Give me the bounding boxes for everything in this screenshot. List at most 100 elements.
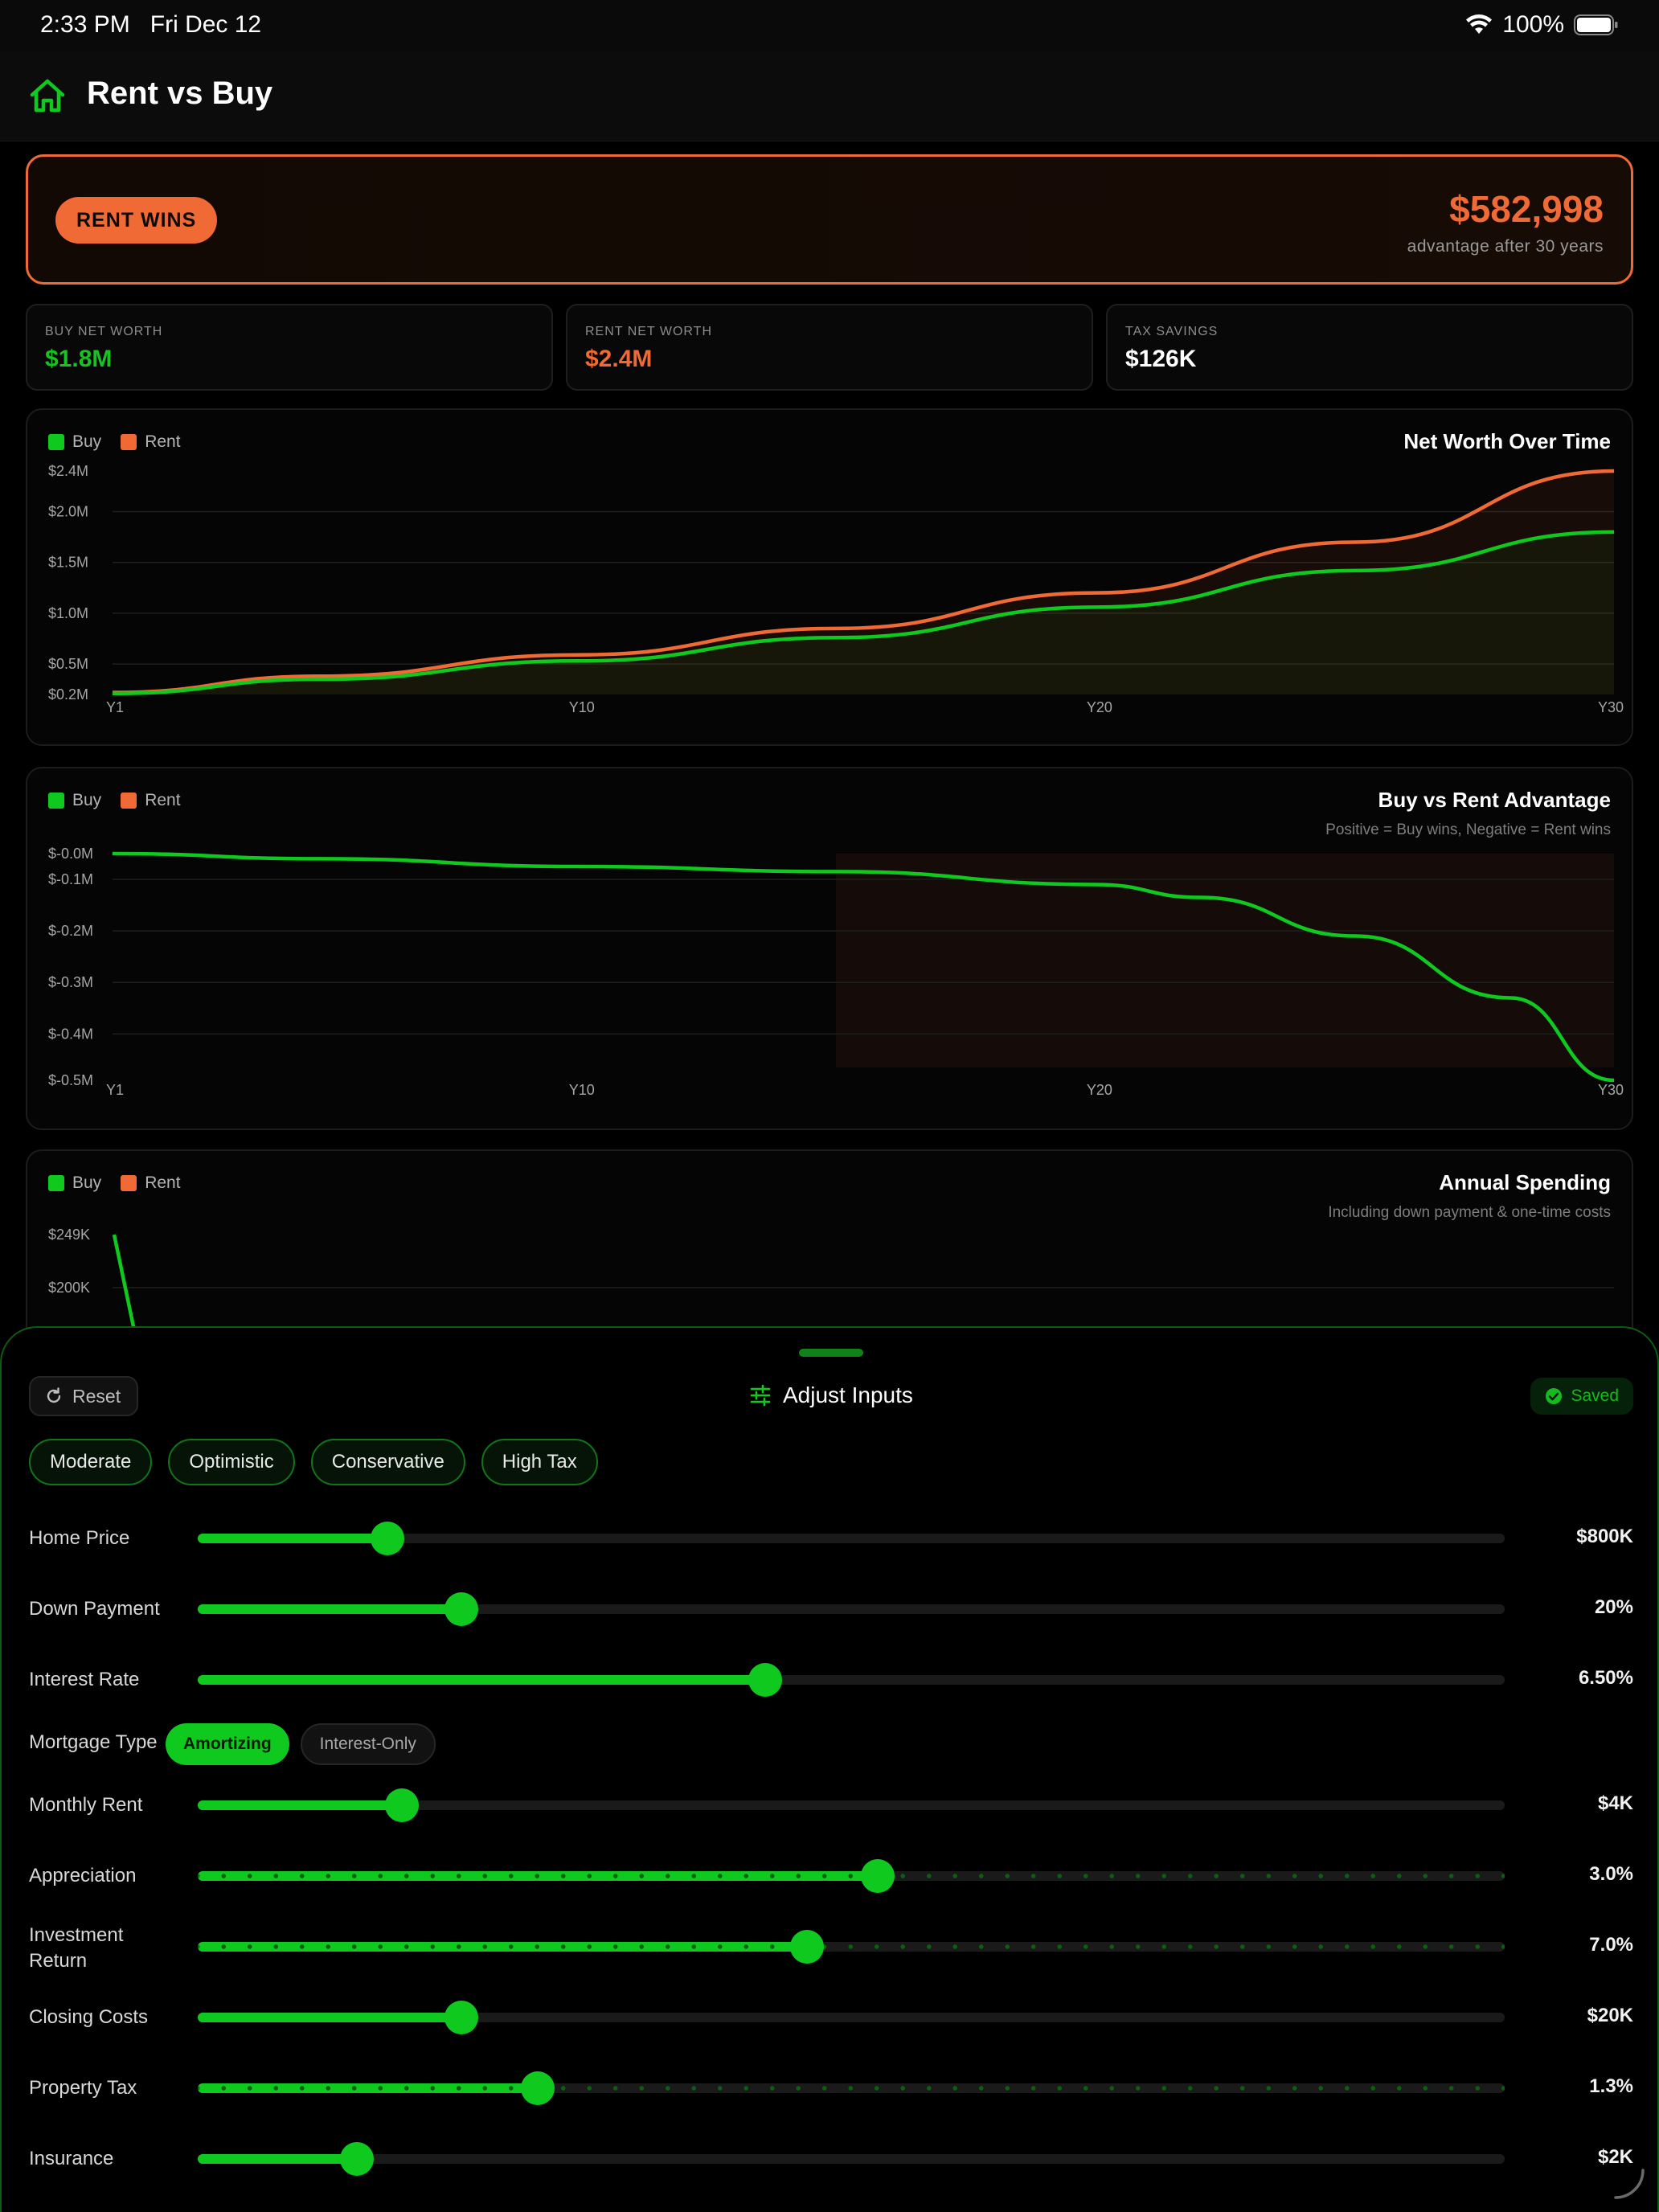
chart-card-advantage: $-0.0M $-0.1M $-0.2M $-0.3M $-0.4M $-0.5M Y1 Y1… (26, 767, 1633, 1130)
slider-thumb[interactable] (384, 1788, 419, 1822)
wifi-icon (1466, 14, 1493, 34)
battery-icon (1574, 14, 1618, 35)
mortgage-type-amortizing[interactable]: Amortizing (166, 1723, 289, 1765)
y-tick-label: $0.2M (48, 686, 88, 703)
slider-fill (198, 1604, 462, 1614)
slider-appreciation[interactable] (198, 1859, 1505, 1893)
page-title: Rent vs Buy (87, 76, 273, 111)
slider-property-tax[interactable] (198, 2071, 1505, 2105)
x-tick-label: Y1 (106, 699, 124, 715)
slider-value-property-tax: 1.3% (1589, 2075, 1633, 2097)
x-tick-label: Y30 (1598, 699, 1624, 715)
preset-optimistic[interactable]: Optimistic (168, 1439, 295, 1485)
y-tick-label: $200K (48, 1280, 90, 1296)
sheet-grabber[interactable] (799, 1349, 863, 1357)
legend-label-buy: Buy (72, 1174, 102, 1192)
slider-value-closing-costs: $20K (1587, 2005, 1633, 2026)
chart-card-net-worth: $2.4M $2.0M $1.5M $1.0M $0.5M $0.2M Y1 Y10 Y20 Y3… (26, 408, 1633, 746)
slider-thumb[interactable] (789, 1930, 824, 1964)
slider-value-monthly-rent: $4K (1597, 1792, 1633, 1814)
slider-fill (198, 1800, 402, 1810)
verdict-amount: $582,998 (1449, 188, 1604, 230)
legend-label-rent: Rent (145, 432, 181, 451)
slider-monthly-rent[interactable] (198, 1788, 1505, 1822)
chart-subtitle: Including down payment & one-time costs (1328, 1204, 1611, 1221)
chart-title: Buy vs Rent Advantage (1378, 788, 1611, 812)
slider-value-interest-rate: 6.50% (1578, 1667, 1633, 1689)
legend-label-buy: Buy (72, 432, 102, 451)
slider-step-dots (198, 1942, 1505, 1952)
verdict-subtitle: advantage after 30 years (1407, 237, 1604, 256)
slider-fill (198, 2154, 358, 2164)
chart-title: Annual Spending (1439, 1170, 1611, 1194)
preset-moderate[interactable]: Moderate (29, 1439, 153, 1485)
slider-value-appreciation: 3.0% (1589, 1863, 1633, 1885)
stat-label: BUY NET WORTH (45, 325, 163, 338)
net-worth-chart: $2.4M $2.0M $1.5M $1.0M $0.5M $0.2M Y1 Y10 Y20 Y3… (48, 463, 1624, 715)
rent-wins-zone (836, 854, 1614, 1067)
legend-swatch-rent (121, 793, 137, 809)
stat-label: RENT NET WORTH (585, 325, 713, 338)
slider-label-interest-rate: Interest Rate (29, 1669, 140, 1690)
slider-thumb[interactable] (444, 2001, 479, 2034)
slider-insurance[interactable] (198, 2142, 1505, 2176)
verdict-badge: RENT WINS (55, 197, 218, 244)
preset-high-tax[interactable]: High Tax (481, 1439, 598, 1485)
y-tick-label: $1.5M (48, 555, 88, 571)
x-tick-label: Y10 (569, 1082, 595, 1098)
y-tick-label: $249K (48, 1227, 90, 1243)
chart-title: Net Worth Over Time (1403, 429, 1611, 453)
slider-thumb[interactable] (520, 2071, 555, 2105)
saved-label: Saved (1571, 1387, 1619, 1405)
slider-label-appreciation: Appreciation (29, 1865, 137, 1886)
slider-closing-costs[interactable] (198, 2001, 1505, 2034)
slider-value-investment-return: 7.0% (1589, 1934, 1633, 1956)
mortgage-type-interest-only[interactable]: Interest-Only (300, 1723, 436, 1765)
legend-item-buy: Buy (48, 432, 101, 452)
reset-button[interactable]: Reset (29, 1376, 139, 1416)
y-tick-label: $-0.5M (48, 1072, 93, 1088)
sliders-icon (750, 1384, 771, 1407)
preset-conservative[interactable]: Conservative (310, 1439, 465, 1485)
y-tick-label: $0.5M (48, 656, 88, 672)
legend-item-rent: Rent (121, 432, 181, 452)
mortgage-type-label: Mortgage Type (29, 1731, 158, 1753)
slider-home-price[interactable] (198, 1522, 1505, 1555)
slider-value-home-price: $800K (1576, 1526, 1633, 1547)
x-tick-label: Y30 (1598, 1082, 1624, 1098)
y-tick-label: $-0.0M (48, 846, 93, 862)
y-tick-label: $-0.3M (48, 974, 93, 990)
stat-card-buy-net-worth: BUY NET WORTH $1.8M (26, 304, 553, 391)
slider-interest-rate[interactable] (198, 1663, 1505, 1697)
chart-legend: Buy Rent (48, 432, 181, 452)
reset-icon (47, 1387, 61, 1403)
sheet-title-text: Adjust Inputs (783, 1382, 913, 1407)
slider-step-dots (198, 1871, 1505, 1881)
sheet-title: Adjust Inputs (749, 1382, 913, 1408)
reset-label: Reset (72, 1385, 121, 1407)
x-tick-label: Y1 (106, 1082, 124, 1098)
slider-investment-return[interactable] (198, 1930, 1505, 1964)
legend-swatch-buy (48, 793, 64, 809)
adjust-inputs-sheet: Reset Adjust Inputs Saved Moderate Optim… (0, 1326, 1659, 2212)
slider-thumb[interactable] (370, 1522, 404, 1555)
slider-thumb[interactable] (444, 1592, 479, 1626)
slider-thumb[interactable] (860, 1859, 895, 1893)
chart-legend: Buy Rent (48, 1174, 181, 1193)
slider-label-property-tax: Property Tax (29, 2077, 137, 2099)
saved-badge: Saved (1530, 1378, 1633, 1415)
slider-thumb[interactable] (748, 1663, 782, 1697)
status-bar: 2:33 PM Fri Dec 12 100% (0, 0, 1659, 51)
x-tick-label: Y10 (569, 699, 595, 715)
nav-bar: Rent vs Buy (0, 51, 1659, 141)
battery-percent: 100% (1502, 11, 1564, 38)
slider-label-down-payment: Down Payment (29, 1598, 160, 1620)
legend-swatch-buy (48, 434, 64, 450)
legend-item-rent: Rent (121, 1174, 181, 1193)
slider-label-insurance: Insurance (29, 2148, 114, 2169)
slider-down-payment[interactable] (198, 1592, 1505, 1626)
house-icon[interactable] (27, 76, 68, 116)
legend-swatch-rent (121, 1175, 137, 1191)
slider-fill (198, 2013, 462, 2022)
slider-thumb[interactable] (340, 2142, 375, 2176)
